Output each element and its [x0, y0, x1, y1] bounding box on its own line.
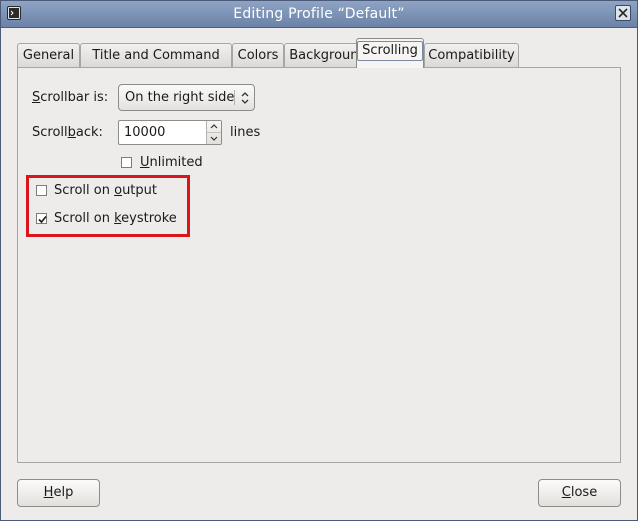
window-close-button[interactable] [615, 5, 631, 21]
tab-compatibility-label: Compatibility [428, 48, 515, 63]
spin-up-button[interactable] [207, 121, 221, 133]
tab-general-label: General [22, 48, 75, 63]
spin-down-button[interactable] [207, 133, 221, 144]
unlimited-label[interactable]: Unlimited [140, 155, 203, 170]
window-title: Editing Profile “Default” [233, 6, 405, 22]
tab-scrolling-label: Scrolling [357, 41, 423, 61]
spin-buttons [206, 121, 221, 144]
title-bar[interactable]: Editing Profile “Default” [1, 1, 637, 28]
scrollback-unit-label: lines [230, 125, 261, 140]
scrollbar-label: Scrollbar is: [32, 90, 109, 105]
scrollbar-position-select[interactable]: On the right side [118, 84, 255, 111]
scrollbar-position-value: On the right side [125, 90, 235, 105]
tab-title-and-command-label: Title and Command [92, 48, 220, 63]
scrollback-label: Scrollback: [32, 125, 103, 140]
tab-colors-label: Colors [237, 48, 279, 63]
tab-scrolling[interactable]: Scrolling [356, 38, 424, 68]
annotation-highlight-box [26, 175, 190, 237]
scrollback-value: 10000 [124, 125, 166, 140]
tab-compatibility[interactable]: Compatibility [424, 43, 519, 67]
chevron-down-icon [210, 136, 218, 141]
profile-dialog: Editing Profile “Default” General Title … [0, 0, 638, 521]
unlimited-checkbox[interactable] [121, 157, 132, 168]
close-button[interactable]: Close [538, 479, 621, 507]
close-icon [618, 8, 628, 18]
help-button[interactable]: Help [17, 479, 100, 507]
chevron-up-icon [210, 124, 218, 129]
tab-colors[interactable]: Colors [232, 43, 284, 67]
up-down-arrows-icon [240, 90, 250, 110]
tab-general[interactable]: General [17, 43, 80, 67]
combo-separator [234, 90, 235, 105]
scrolling-panel [17, 67, 621, 463]
tab-title-and-command[interactable]: Title and Command [80, 43, 232, 67]
scrollback-spinbox[interactable]: 10000 [118, 120, 222, 145]
